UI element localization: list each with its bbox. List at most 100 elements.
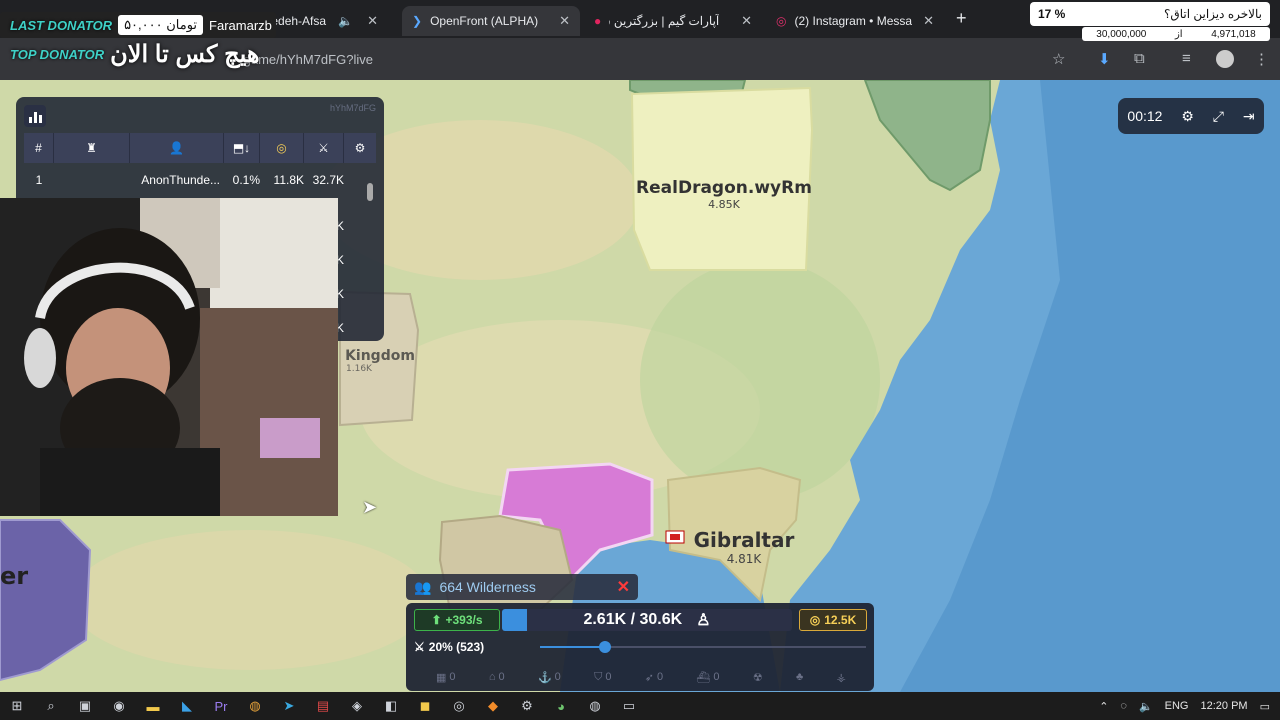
volume-icon[interactable]: 🔈 [1139,700,1153,713]
build-count: 0 [713,671,720,683]
player-label-realdragon[interactable]: RealDragon.wyRm 4.85K [624,178,824,211]
close-icon[interactable]: ✕ [367,13,378,29]
app-icon[interactable]: ⚙ [510,698,544,714]
last-donator-label: LAST DONATOR [10,17,113,33]
player-name: er [0,562,29,590]
chrome-icon[interactable]: ◍ [238,698,272,714]
gold-counter: ◎ 12.5K [799,609,867,631]
build-nuke[interactable]: ☢ [753,667,763,687]
openfront-icon: ❯ [412,14,423,28]
lang-indicator[interactable]: ENG [1165,700,1189,712]
goal-title: بالاخره دیزاین اتاق؟ [1164,7,1262,21]
app-icon[interactable]: ▤ [306,698,340,714]
menu-icon[interactable]: ⋮ [1254,50,1269,68]
rank: 1 [35,173,43,187]
control-panel: ⬆ +393/s 2.61K / 30.6K ♙ ◎ 12.5K ⚔ 20% (… [406,603,874,691]
url-field[interactable]: /game/hYhM7dFG?live [240,46,1080,74]
tab-title: آپارات گیم | بزرگترین سرو [609,14,720,28]
troops-icon[interactable]: ⚔ [304,133,344,163]
vscode-icon[interactable]: ◣ [170,698,204,714]
settings-icon[interactable]: ⚙ [1181,108,1194,125]
app-icon[interactable]: ◎ [442,698,476,714]
chevron-up-icon[interactable]: ⌃ [1099,700,1108,713]
player-label-partial[interactable]: er [0,562,40,590]
tab-title: (2) Instagram • Messag [794,14,913,28]
rank-column-header[interactable]: # [24,133,54,163]
explorer-icon[interactable]: ▬ [136,699,170,714]
star-icon[interactable]: ☆ [1052,50,1065,68]
app-icon[interactable]: ◧ [374,698,408,714]
player-icon[interactable]: 👤 [130,133,224,163]
close-icon[interactable]: ✕ [741,13,752,29]
player-name: Gibraltar [693,528,795,552]
build-warship[interactable]: ⛴ 0 [696,667,719,687]
last-donator-name: Faramarzb [209,17,272,33]
warship-icon: ⛴ [696,671,711,684]
troop-rate-value: +393/s [445,613,483,627]
fullscreen-icon[interactable]: ⤢ [1213,108,1224,125]
build-factory[interactable]: ⌂ 0 [489,667,505,687]
tab-openfront[interactable]: ❯ OpenFront (ALPHA) ✕ [402,6,580,36]
premiere-icon[interactable]: Pr [204,699,238,714]
shield-icon: ⛉ [594,670,603,683]
last-donator: LAST DONATOR ۵۰,۰۰۰ تومان Faramarzb [0,12,276,38]
table-row[interactable]: 1 AnonThunde... 0.1% 11.8K 32.7K [24,167,376,193]
extensions-icon[interactable]: ⧉ [1134,50,1145,67]
leaderboard-icon[interactable] [24,105,46,127]
steam-icon[interactable]: ◈ [340,698,374,714]
player-label-kingdom[interactable]: Kingdom 1.16K [340,348,420,374]
player-label-gibraltar[interactable]: Gibraltar 4.81K [674,528,814,566]
build-missile[interactable]: ➶ 0 [645,667,663,687]
build-mirv[interactable]: ⚶ [837,667,846,687]
telegram-icon[interactable]: ➤ [272,698,306,714]
clock[interactable]: 12:20 PM [1201,700,1248,712]
media-icon[interactable]: ≡ [1182,50,1191,67]
sword-icon: ⚔ [414,640,425,654]
build-defense[interactable]: ⛉ 0 [594,667,611,687]
attack-ratio: ⚔ 20% (523) [414,637,534,657]
close-icon[interactable]: ✕ [923,13,934,29]
download-icon[interactable]: ⬇ [1098,50,1111,68]
settings-icon[interactable]: ⚙ [344,133,376,163]
tab-aparat[interactable]: ● آپارات گیم | بزرگترین سرو ✕ [584,6,762,36]
tiles-sort-icon[interactable]: ⬒↓ [224,133,260,163]
notification-icon[interactable]: ▭ [1260,700,1270,713]
tab-instagram[interactable]: ◎ (2) Instagram • Messag ✕ [766,6,944,36]
app-icon[interactable]: ◼ [408,698,442,714]
castle-icon[interactable]: ♜ [54,133,130,163]
tab-title: OpenFront (ALPHA) [430,14,539,28]
close-icon[interactable]: ✕ [559,13,570,29]
build-hydrogen[interactable]: ♣ [796,667,803,687]
obs-icon[interactable]: ◍ [578,698,612,714]
start-icon[interactable]: ⊞ [0,698,34,714]
app-icon[interactable]: ▭ [612,698,646,714]
wifi-icon[interactable]: ◌ [1120,700,1127,712]
gold-icon[interactable]: ◎ [260,133,304,163]
attack-ratio-slider[interactable] [540,641,866,653]
build-port[interactable]: ⚓ 0 [538,667,561,687]
close-icon[interactable]: ✕ [617,577,630,597]
selected-tile-bar: 👥 664 Wilderness ✕ [406,574,638,600]
app-icon[interactable]: ◆ [476,698,510,714]
build-city[interactable]: ▦ 0 [436,667,456,687]
build-count: 0 [449,671,456,683]
task-view-icon[interactable]: ▣ [68,698,102,714]
slider-thumb[interactable] [599,641,611,653]
avatar[interactable] [1216,50,1234,68]
top-donator-label: TOP DONATOR [10,46,105,62]
search-icon[interactable]: ⌕ [34,698,68,714]
goal-current: 4,971,018 [1211,28,1256,40]
app-icon[interactable]: ◕ [544,699,578,714]
troop-rate: ⬆ +393/s [414,609,500,631]
tiles: 0.1% [232,173,260,187]
donation-goal: 17 % بالاخره دیزاین اتاق؟ [1030,2,1270,26]
gold-value: 12.5K [824,613,857,627]
build-count: 0 [605,671,612,683]
exit-icon[interactable]: ⇥ [1243,108,1255,125]
goal-percent: 17 % [1038,7,1066,21]
player-pop: 4.85K [708,198,740,211]
leaderboard-scrollbar[interactable] [367,183,373,201]
discord-icon[interactable]: ◉ [102,698,136,714]
new-tab-button[interactable]: + [956,8,967,29]
population-icon: 👥 [414,578,432,595]
